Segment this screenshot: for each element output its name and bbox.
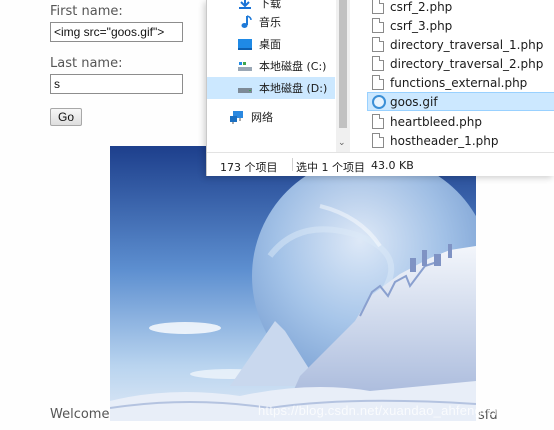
file-name: csrf_2.php (390, 0, 453, 14)
first-name-label: First name: (50, 4, 123, 19)
last-name-input[interactable]: s (50, 74, 183, 94)
file-row[interactable]: csrf_3.php (367, 16, 554, 35)
drive-c-icon (237, 59, 253, 73)
selection-size: 43.0 KB (371, 159, 414, 172)
nav-item-network[interactable]: 网络 (207, 106, 335, 128)
file-name: heartbleed.php (390, 114, 482, 129)
download-icon (237, 0, 253, 10)
nav-item-music[interactable]: 音乐 (207, 11, 335, 33)
nav-item-label: 本地磁盘 (D:) (259, 82, 328, 95)
file-name: functions_external.php (390, 75, 528, 90)
file-row-selected[interactable]: goos.gif (367, 92, 554, 111)
php-file-icon (372, 75, 384, 90)
file-name: directory_traversal_2.php (390, 56, 544, 71)
item-count: 173 个项目 (220, 161, 278, 174)
file-name: goos.gif (390, 94, 438, 109)
file-explorer-window: 下载 音乐 桌面 本地磁盘 (C:) 本地磁盘 (D:) 网络 ⌄ csrf_2… (206, 0, 554, 176)
nav-item-label: 网络 (251, 111, 273, 124)
loaded-gif-image (110, 146, 476, 421)
file-row[interactable]: directory_traversal_1.php (367, 35, 554, 54)
selection-count: 选中 1 个项目 (296, 161, 365, 174)
status-divider (292, 158, 293, 171)
php-file-icon (372, 18, 384, 33)
file-name: hostheader_1.php (390, 133, 499, 148)
first-name-input[interactable]: <img src="goos.gif"> (50, 22, 183, 42)
fantasy-landscape-illustration (110, 146, 476, 421)
file-list: csrf_2.php csrf_3.php directory_traversa… (367, 0, 554, 152)
nav-item-label: 音乐 (259, 16, 281, 29)
chevron-down-icon[interactable]: ⌄ (338, 138, 346, 148)
php-file-icon (372, 56, 384, 71)
status-bar: 173 个项目 选中 1 个项目 43.0 KB (207, 152, 554, 176)
nav-item-label: 本地磁盘 (C:) (259, 60, 327, 73)
welcome-text: Welcome (50, 407, 110, 422)
file-name: directory_traversal_1.php (390, 37, 544, 52)
drive-d-icon (237, 81, 253, 95)
nav-item-label: 下载 (259, 0, 281, 10)
nav-item-drive-d[interactable]: 本地磁盘 (D:) (207, 77, 335, 99)
scrollbar-thumb[interactable] (339, 0, 347, 128)
nav-item-drive-c[interactable]: 本地磁盘 (C:) (207, 55, 335, 77)
gif-file-icon (372, 94, 386, 109)
file-row[interactable]: directory_traversal_2.php (367, 54, 554, 73)
last-name-label: Last name: (50, 56, 123, 71)
php-file-icon (372, 114, 384, 129)
music-icon (237, 15, 253, 29)
php-file-icon (372, 0, 384, 14)
network-icon (229, 110, 245, 124)
php-file-icon (372, 133, 384, 148)
file-name: csrf_3.php (390, 18, 453, 33)
file-row[interactable]: hostheader_1.php (367, 131, 554, 150)
file-row[interactable]: heartbleed.php (367, 112, 554, 131)
go-button[interactable]: Go (50, 108, 82, 126)
file-row[interactable]: functions_external.php (367, 73, 554, 92)
desktop-icon (237, 37, 253, 51)
navigation-pane: 下载 音乐 桌面 本地磁盘 (C:) 本地磁盘 (D:) 网络 (207, 0, 335, 152)
file-row[interactable]: csrf_2.php (367, 0, 554, 16)
watermark: https://blog.csdn.net/xuandao_ahfengren (258, 403, 502, 418)
nav-item-label: 桌面 (259, 38, 281, 51)
php-file-icon (372, 37, 384, 52)
nav-scrollbar[interactable]: ⌄ (336, 0, 350, 152)
nav-item-desktop[interactable]: 桌面 (207, 33, 335, 55)
